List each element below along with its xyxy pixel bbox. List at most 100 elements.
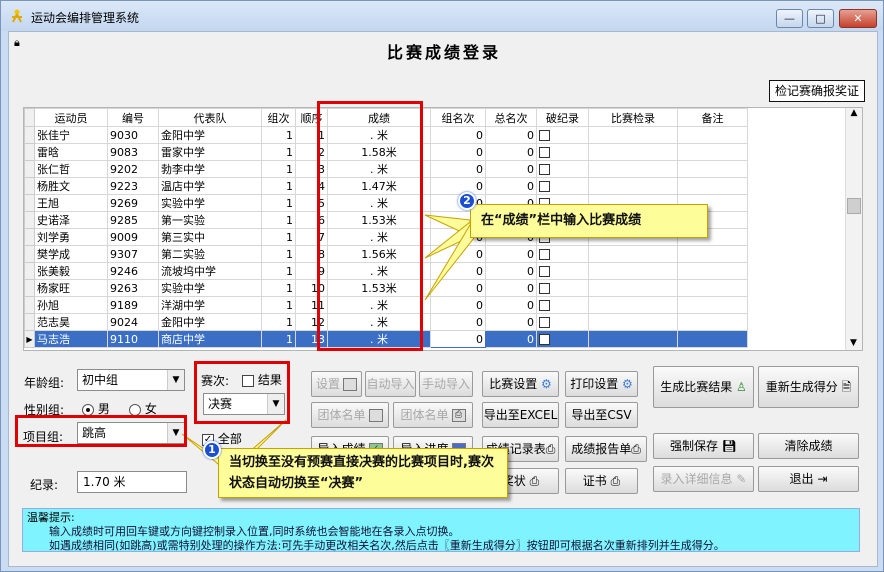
age-group-select[interactable]: 初中组 ▼ (77, 369, 185, 391)
table-cell[interactable] (677, 313, 748, 331)
record-break-cell[interactable] (536, 245, 589, 263)
chevron-down-icon[interactable]: ▼ (167, 423, 184, 443)
confirm-button[interactable]: 检记赛确报奖证 (769, 80, 865, 102)
row-indicator[interactable] (24, 296, 35, 314)
table-cell[interactable] (677, 330, 748, 348)
column-header[interactable]: 成绩 (327, 108, 431, 127)
row-indicator[interactable] (24, 143, 35, 161)
table-row[interactable]: 孙旭 9189 洋湖中学 1 11. 米00 (24, 296, 748, 314)
table-cell[interactable]: 0 (430, 143, 486, 161)
chevron-down-icon[interactable]: ▼ (267, 394, 284, 414)
table-cell[interactable]: 0 (485, 313, 537, 331)
scroll-up-icon[interactable]: ▲ (846, 108, 862, 118)
auto-import-button[interactable]: 自动导入 (365, 371, 416, 397)
generate-result-button[interactable]: 生成比赛结果 ♙ (653, 366, 754, 408)
table-cell[interactable]: . 米 (327, 296, 431, 314)
round-select[interactable]: 决赛 ▼ (203, 393, 285, 415)
column-header[interactable]: 运动员 (34, 108, 108, 127)
team-list-button[interactable]: 团体名单 (311, 402, 389, 428)
table-cell[interactable]: 0 (485, 143, 537, 161)
record-break-checkbox[interactable] (539, 130, 550, 141)
row-indicator[interactable] (24, 279, 35, 297)
column-header[interactable]: 比赛检录 (588, 108, 678, 127)
table-cell[interactable] (588, 279, 678, 297)
row-indicator[interactable] (24, 262, 35, 280)
table-cell[interactable]: . 米 (327, 228, 431, 246)
grid-scrollbar[interactable]: ▲ ▼ (845, 108, 862, 350)
table-cell[interactable]: . 米 (327, 160, 431, 178)
table-cell[interactable]: 0 (430, 330, 486, 348)
record-break-cell[interactable] (536, 143, 589, 161)
scroll-down-icon[interactable]: ▼ (846, 338, 861, 348)
table-row[interactable]: 杨胜文 9223 温店中学 1 4 1.47米 0 0 (24, 177, 748, 195)
column-header[interactable]: 总名次 (485, 108, 537, 127)
column-header[interactable]: 顺序 (295, 108, 328, 127)
table-cell[interactable] (677, 126, 748, 144)
team-list-print-button[interactable]: 团体名单 ⎙ (393, 402, 473, 428)
force-save-button[interactable]: 强制保存 💾︎ (653, 433, 754, 459)
table-cell[interactable]: . 米 (327, 330, 431, 348)
scroll-thumb[interactable] (847, 198, 861, 214)
record-break-checkbox[interactable] (539, 300, 550, 311)
table-cell[interactable] (588, 143, 678, 161)
table-cell[interactable]: 0 (485, 160, 537, 178)
row-indicator[interactable] (24, 245, 35, 263)
gender-male-option[interactable]: 男 (82, 400, 110, 417)
clear-results-button[interactable]: 清除成绩 (758, 433, 859, 459)
table-cell[interactable]: 0 (430, 126, 486, 144)
table-cell[interactable]: . 米 (327, 194, 431, 212)
record-break-cell[interactable] (536, 177, 589, 195)
record-break-checkbox[interactable] (539, 249, 550, 260)
event-select[interactable]: 跳高 ▼ (77, 422, 185, 444)
results-grid[interactable]: 运动员 编号 代表队 组次 顺序 成绩 组名次 总名次 破纪录 比赛检录 备注 张佳宁 9030 金阳中… (23, 107, 863, 351)
table-cell[interactable]: 0 (430, 177, 486, 195)
row-indicator[interactable] (24, 126, 35, 144)
record-break-cell[interactable] (536, 262, 589, 280)
table-cell[interactable] (677, 160, 748, 178)
table-cell[interactable]: 1.56米 (327, 245, 431, 263)
manual-import-button[interactable]: 手动导入 (419, 371, 473, 397)
table-cell[interactable]: 0 (485, 330, 537, 348)
result-checkbox[interactable] (242, 374, 254, 387)
radio-female[interactable] (129, 403, 141, 416)
table-cell[interactable]: 1.58米 (327, 143, 431, 161)
table-cell[interactable]: 0 (430, 296, 486, 314)
table-row[interactable]: 杨家旺 9263 实验中学 1 10 1.53米 0 0 (24, 279, 748, 297)
table-cell[interactable] (677, 296, 748, 314)
column-header[interactable]: 组次 (261, 108, 296, 127)
export-csv-button[interactable]: 导出至CSV (565, 402, 638, 428)
column-header[interactable]: 备注 (677, 108, 748, 127)
table-cell[interactable]: . 米 (327, 126, 431, 144)
row-indicator[interactable] (24, 228, 35, 246)
table-row[interactable]: 樊学成 9307 第二实验 1 8 1.56米 0 0 (24, 245, 748, 263)
record-break-checkbox[interactable] (539, 317, 550, 328)
table-cell[interactable]: . 米 (327, 313, 431, 331)
record-break-cell[interactable] (536, 296, 589, 314)
table-cell[interactable] (588, 296, 678, 314)
table-row[interactable]: 张仁哲 9202 勃李中学 1 3. 米00 (24, 160, 748, 178)
table-cell[interactable]: 0 (485, 126, 537, 144)
table-cell[interactable] (588, 313, 678, 331)
minimize-button[interactable]: — (776, 9, 803, 28)
table-cell[interactable]: 0 (485, 262, 537, 280)
record-break-checkbox[interactable] (539, 164, 550, 175)
certificate-button[interactable]: 证书 ⎙ (565, 468, 638, 494)
table-cell[interactable]: 0 (430, 245, 486, 263)
record-break-cell[interactable] (536, 330, 589, 348)
match-settings-button[interactable]: 比赛设置 ⚙ (482, 371, 559, 397)
row-indicator[interactable] (24, 177, 35, 195)
table-row[interactable]: 张美毅 9246 流坡坞中学 1 9. 米00 (24, 262, 748, 280)
record-break-cell[interactable] (536, 313, 589, 331)
record-break-checkbox[interactable] (539, 334, 550, 345)
table-row[interactable]: 张佳宁 9030 金阳中学 1 1. 米00 (24, 126, 748, 144)
table-cell[interactable]: 1.47米 (327, 177, 431, 195)
settings-button[interactable]: 设置 (311, 371, 362, 397)
record-field[interactable]: 1.70 米 (77, 471, 187, 493)
row-indicator[interactable] (24, 211, 35, 229)
row-indicator[interactable] (24, 160, 35, 178)
table-cell[interactable]: . 米 (327, 262, 431, 280)
table-cell[interactable]: 0 (430, 313, 486, 331)
table-cell[interactable] (588, 126, 678, 144)
record-break-cell[interactable] (536, 126, 589, 144)
table-cell[interactable]: 0 (430, 160, 486, 178)
